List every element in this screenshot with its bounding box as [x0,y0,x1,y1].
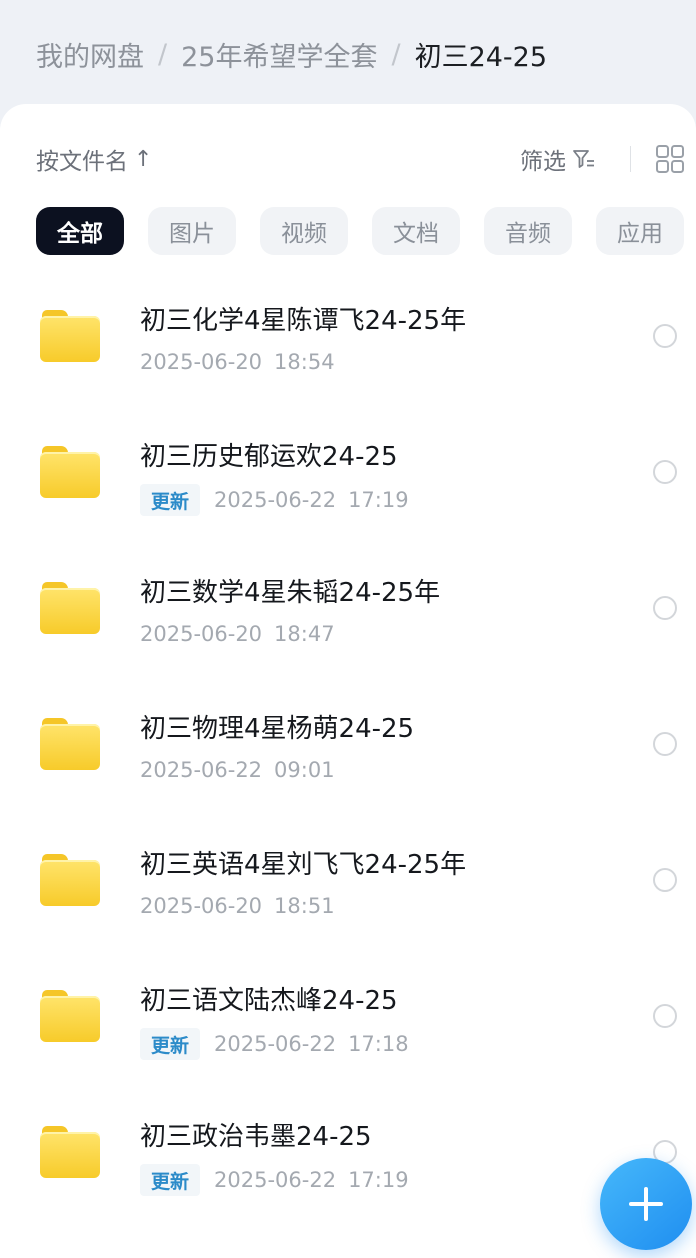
breadcrumb-item-root[interactable]: 我的网盘 [36,35,144,74]
folder-icon [40,718,100,770]
update-badge: 更新 [140,484,201,516]
chip-audio[interactable]: 音频 [484,207,572,255]
chip-apps[interactable]: 应用 [596,207,684,255]
file-name: 初三语文陆杰峰24-25 [140,986,398,1016]
breadcrumb-separator: / [158,38,168,70]
folder-icon [40,990,100,1042]
file-panel: 按文件名 ↑ 筛选 全部 图片 视频 文档 音频 应用 初三化学4星陈谭飞24-… [0,104,696,1258]
file-date: 2025-06-22 [214,488,337,512]
grid-view-icon[interactable] [655,144,685,174]
file-row[interactable]: 初三数学4星朱韬24-25年 2025-06-20 18:47 [0,540,696,676]
file-meta: 更新 2025-06-22 17:18 [140,1028,409,1060]
file-name: 初三英语4星刘飞飞24-25年 [140,850,467,880]
folder-icon [40,446,100,498]
file-date: 2025-06-22 [214,1032,337,1056]
file-date: 2025-06-22 [140,758,263,782]
plus-icon [629,1187,663,1221]
select-radio[interactable] [653,324,677,348]
sort-button[interactable]: 按文件名 ↑ [36,142,152,176]
file-date: 2025-06-22 [214,1168,337,1192]
file-name: 初三政治韦墨24-25 [140,1122,372,1152]
folder-icon [40,582,100,634]
file-date: 2025-06-20 [140,622,263,646]
chip-all[interactable]: 全部 [36,207,124,255]
chip-documents[interactable]: 文档 [372,207,460,255]
file-time: 18:51 [274,894,335,918]
file-time: 17:18 [348,1032,409,1056]
select-radio[interactable] [653,460,677,484]
file-time: 17:19 [348,488,409,512]
update-badge: 更新 [140,1028,201,1060]
breadcrumb-item-parent[interactable]: 25年希望学全套 [181,35,377,74]
sort-arrow-icon: ↑ [134,146,153,172]
add-button[interactable] [600,1158,692,1250]
file-meta: 2025-06-22 09:01 [140,758,335,782]
category-chips: 全部 图片 视频 文档 音频 应用 [0,207,696,257]
filter-label: 筛选 [520,149,566,175]
select-radio[interactable] [653,596,677,620]
folder-icon [40,310,100,362]
sort-label: 按文件名 [36,149,128,175]
breadcrumb: 我的网盘 / 25年希望学全套 / 初三24-25 [0,0,696,108]
file-meta: 更新 2025-06-22 17:19 [140,484,409,516]
file-meta: 2025-06-20 18:47 [140,622,335,646]
file-toolbar: 按文件名 ↑ 筛选 [0,104,696,212]
file-meta: 2025-06-20 18:51 [140,894,335,918]
select-radio[interactable] [653,732,677,756]
breadcrumb-separator: / [391,38,401,70]
folder-icon [40,854,100,906]
file-time: 18:47 [274,622,335,646]
file-row[interactable]: 初三英语4星刘飞飞24-25年 2025-06-20 18:51 [0,812,696,948]
folder-icon [40,1126,100,1178]
file-name: 初三历史郁运欢24-25 [140,442,398,472]
file-row[interactable]: 初三语文陆杰峰24-25 更新 2025-06-22 17:18 [0,948,696,1084]
filter-icon [573,150,594,168]
update-badge: 更新 [140,1164,201,1196]
chip-videos[interactable]: 视频 [260,207,348,255]
file-row[interactable]: 初三历史郁运欢24-25 更新 2025-06-22 17:19 [0,404,696,540]
file-date: 2025-06-20 [140,894,263,918]
file-meta: 2025-06-20 18:54 [140,350,335,374]
file-name: 初三物理4星杨萌24-25 [140,714,415,744]
filter-button[interactable]: 筛选 [520,142,596,176]
file-name: 初三化学4星陈谭飞24-25年 [140,306,467,336]
file-time: 09:01 [274,758,335,782]
file-name: 初三数学4星朱韬24-25年 [140,578,441,608]
file-row[interactable]: 初三物理4星杨萌24-25 2025-06-22 09:01 [0,676,696,812]
chip-images[interactable]: 图片 [148,207,236,255]
toolbar-divider [630,146,631,172]
file-date: 2025-06-20 [140,350,263,374]
file-row[interactable]: 初三政治韦墨24-25 更新 2025-06-22 17:19 [0,1084,696,1220]
file-meta: 更新 2025-06-22 17:19 [140,1164,409,1196]
select-radio[interactable] [653,868,677,892]
breadcrumb-item-current: 初三24-25 [414,41,548,73]
file-row[interactable]: 初三化学4星陈谭飞24-25年 2025-06-20 18:54 [0,268,696,404]
file-time: 17:19 [348,1168,409,1192]
file-time: 18:54 [274,350,335,374]
select-radio[interactable] [653,1004,677,1028]
